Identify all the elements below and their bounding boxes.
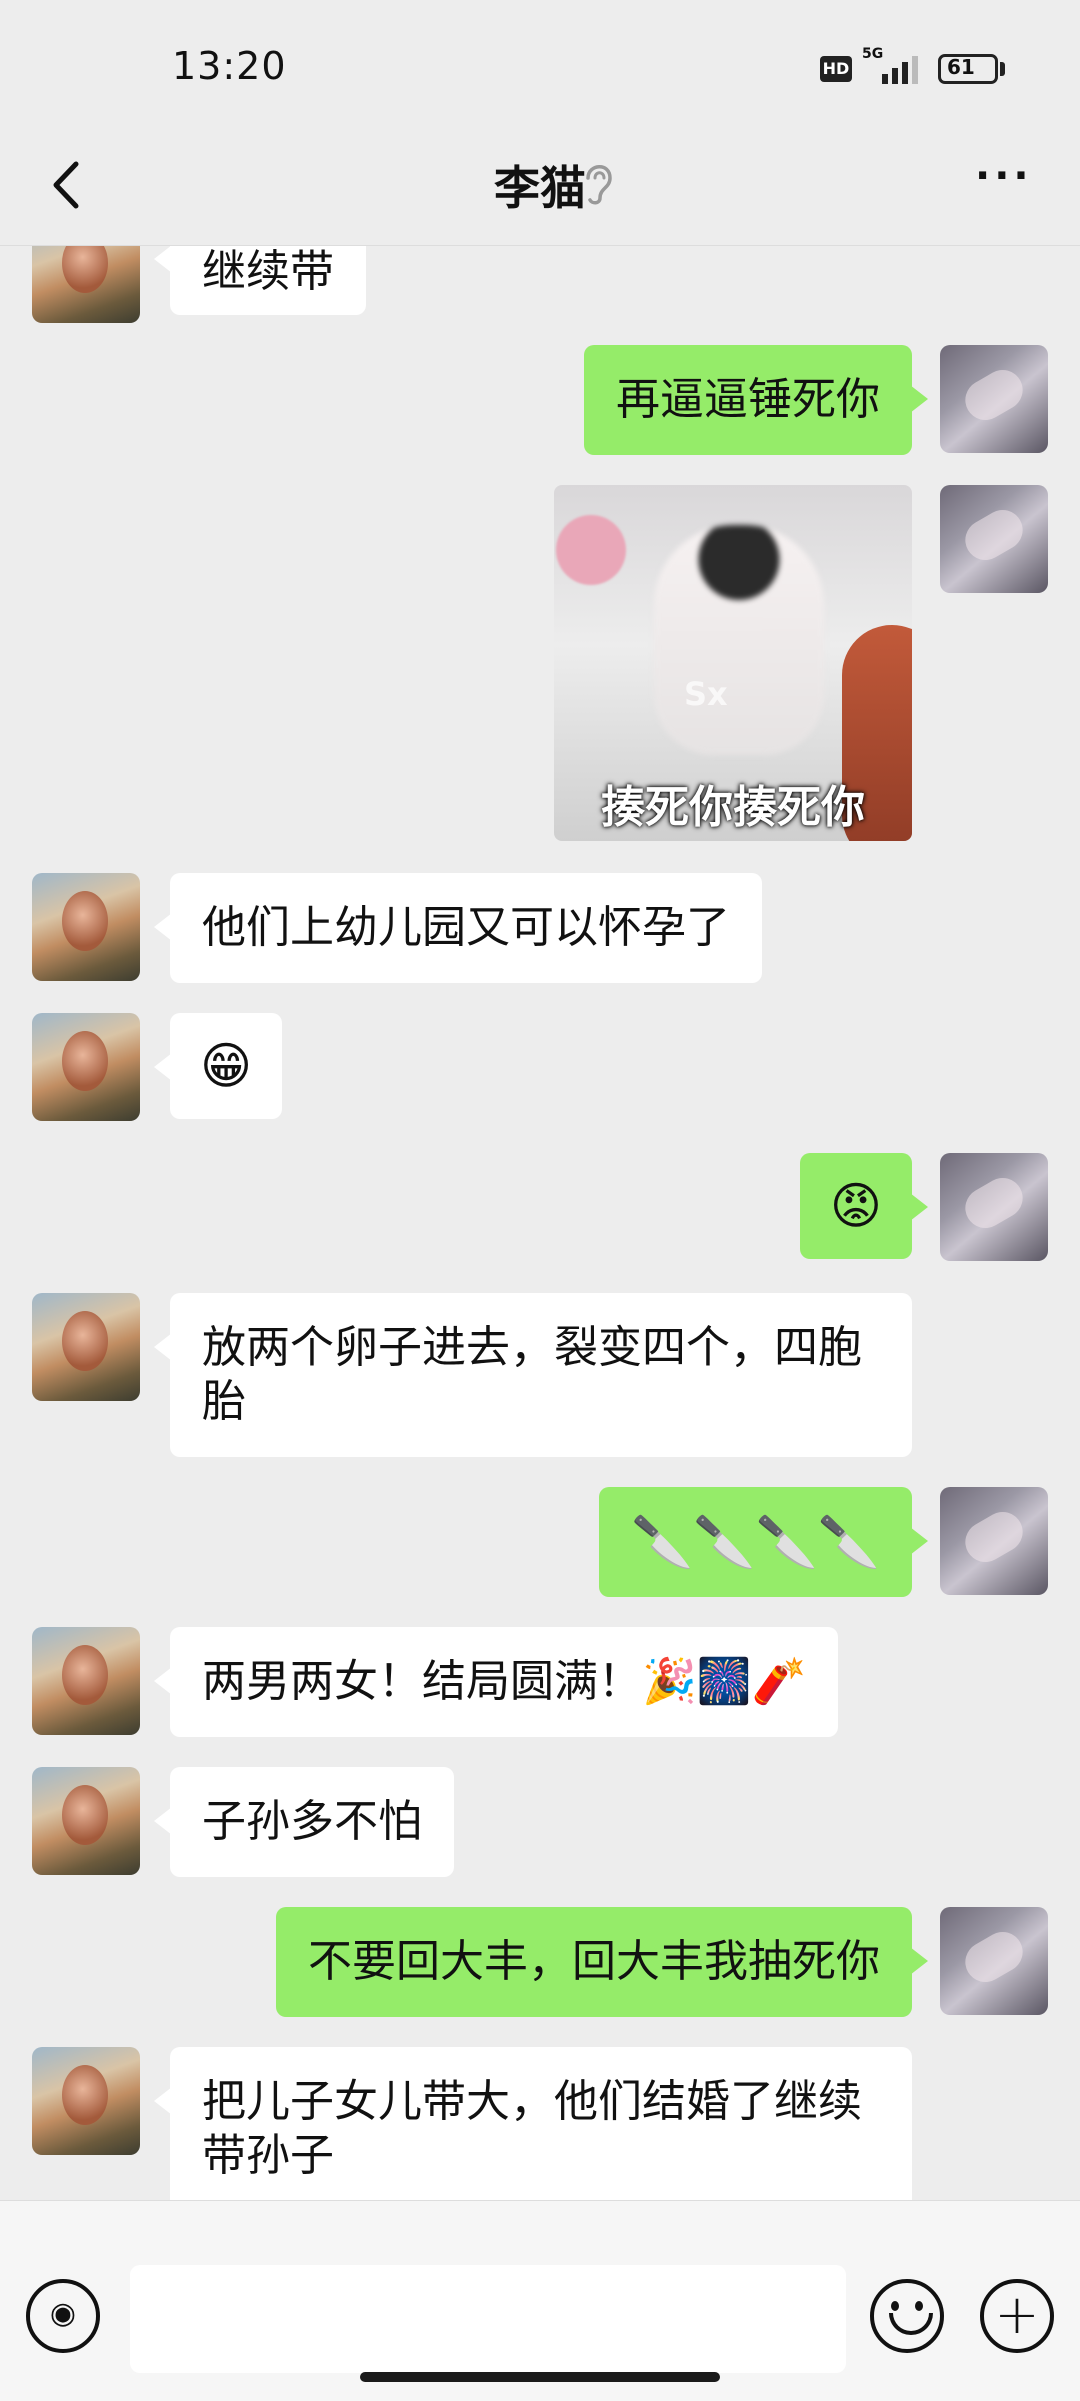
plus-icon[interactable]: + bbox=[980, 2279, 1054, 2353]
message-bubble-left[interactable]: 😁 bbox=[153, 1013, 283, 1119]
contact-avatar[interactable] bbox=[32, 1293, 140, 1401]
battery-level: 61 bbox=[947, 55, 975, 79]
sticker-image[interactable]: Sx 揍死你揍死你 bbox=[554, 485, 912, 841]
my-avatar[interactable] bbox=[940, 485, 1048, 593]
voice-icon[interactable]: ◉ bbox=[26, 2279, 100, 2353]
sticker-toy bbox=[556, 515, 626, 585]
contact-avatar[interactable] bbox=[32, 245, 140, 323]
status-bar: 13:20 HD 5G 61 bbox=[0, 0, 1080, 130]
status-time: 13:20 bbox=[172, 44, 287, 88]
chat-title[interactable]: 李猫 bbox=[0, 152, 1080, 218]
hd-icon: HD bbox=[820, 56, 852, 82]
sticker-watermark: Sx bbox=[684, 675, 728, 713]
battery-tip bbox=[1000, 62, 1005, 76]
contact-avatar[interactable] bbox=[32, 2047, 140, 2155]
sticker-caption: 揍死你揍死你 bbox=[601, 782, 865, 833]
my-avatar[interactable] bbox=[940, 1907, 1048, 2015]
message-input[interactable] bbox=[130, 2265, 846, 2373]
contact-avatar[interactable] bbox=[32, 1767, 140, 1875]
message-bubble-left[interactable]: 继续带 bbox=[154, 245, 366, 315]
more-dots-icon[interactable]: ··· bbox=[975, 156, 1035, 206]
my-avatar[interactable] bbox=[940, 345, 1048, 453]
chat-list[interactable]: 继续带 再逼逼锤死你 Sx 揍死你揍死你 他们上幼儿园又可以怀孕了 😁 😡 放两… bbox=[0, 245, 1080, 2200]
message-bubble-left[interactable]: 把儿子女儿带大，他们结婚了继续带孙子 bbox=[154, 2047, 912, 2200]
input-bar: ◉ + bbox=[0, 2200, 1080, 2401]
message-bubble-right[interactable]: 😡 bbox=[799, 1153, 929, 1259]
emoji-icon[interactable] bbox=[870, 2279, 944, 2353]
sticker-baby bbox=[654, 525, 824, 755]
signal-icon bbox=[882, 56, 918, 84]
message-bubble-left[interactable]: 两男两女！结局圆满！🎉🎆🧨 bbox=[153, 1627, 839, 1737]
message-bubble-right[interactable]: 不要回大丰，回大丰我抽死你 bbox=[276, 1907, 928, 2017]
home-indicator[interactable] bbox=[360, 2372, 720, 2382]
contact-avatar[interactable] bbox=[32, 873, 140, 981]
message-bubble-left[interactable]: 他们上幼儿园又可以怀孕了 bbox=[154, 873, 762, 983]
contact-avatar[interactable] bbox=[32, 1627, 140, 1735]
message-bubble-right[interactable]: 再逼逼锤死你 bbox=[584, 345, 928, 455]
ear-icon bbox=[586, 165, 612, 205]
contact-avatar[interactable] bbox=[32, 1013, 140, 1121]
message-bubble-left[interactable]: 子孙多不怕 bbox=[154, 1767, 454, 1877]
battery-icon: 61 bbox=[938, 54, 998, 84]
message-bubble-right[interactable]: 🔪🔪🔪🔪 bbox=[598, 1487, 929, 1597]
message-bubble-left[interactable]: 放两个卵子进去，裂变四个，四胞胎 bbox=[154, 1293, 912, 1457]
my-avatar[interactable] bbox=[940, 1153, 1048, 1261]
my-avatar[interactable] bbox=[940, 1487, 1048, 1595]
chat-header: 李猫 ··· bbox=[0, 130, 1080, 246]
